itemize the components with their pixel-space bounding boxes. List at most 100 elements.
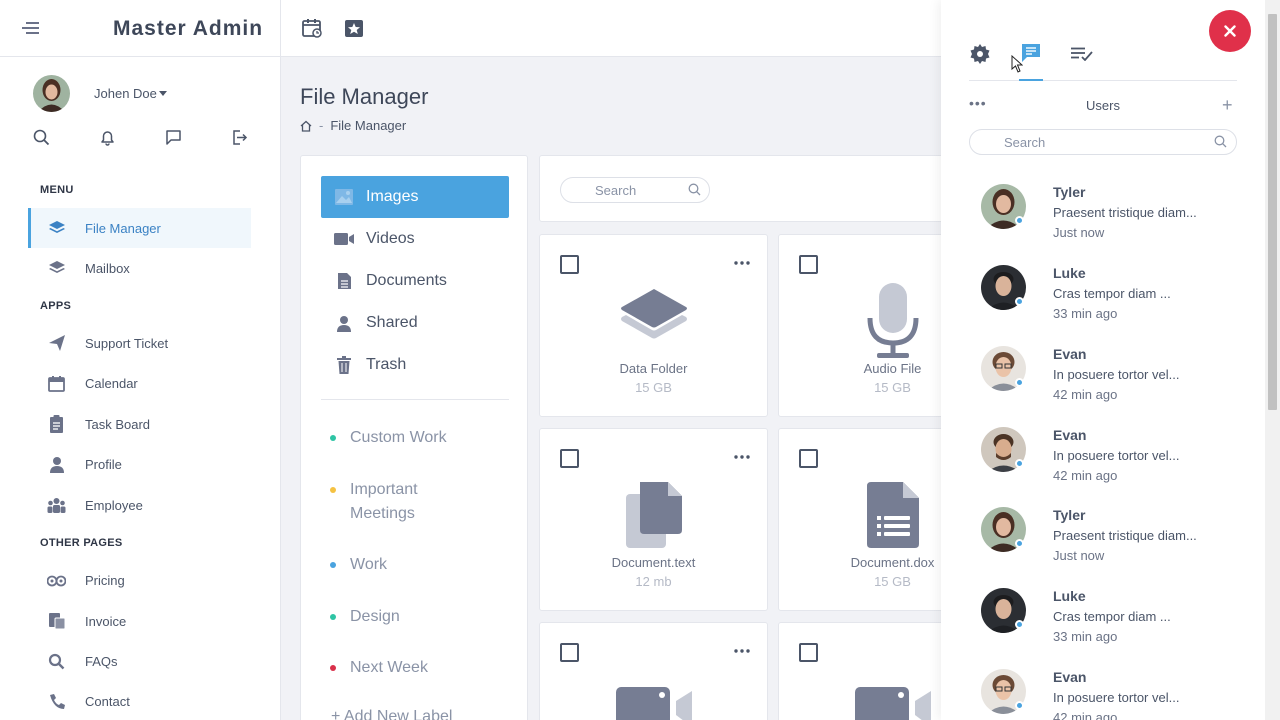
message-time: Just now [1053,548,1105,563]
sidebar-item-employee[interactable]: Employee [28,485,251,525]
user-icon [334,313,354,333]
file-nav-documents[interactable]: Documents [321,260,509,302]
select-checkbox[interactable] [799,255,818,274]
label-important-meetings[interactable]: Important Meetings [330,478,510,526]
file-card[interactable]: Document.text 12 mb [539,428,768,611]
online-status-dot [1015,701,1024,710]
file-nav-label: Shared [366,314,418,331]
chat-icon[interactable] [1021,43,1041,63]
user-list-item[interactable]: Tyler Praesent tristique diam... Just no… [981,504,1241,574]
files-icon [540,482,767,548]
add-label-link[interactable]: + Add New Label [331,708,452,720]
search-icon[interactable] [33,129,50,146]
message-icon[interactable] [165,129,182,146]
more-options-icon[interactable] [734,455,750,459]
user-search-input[interactable] [969,129,1237,155]
calendar-check-icon[interactable] [302,18,322,38]
file-name: Document.text [611,555,696,570]
active-tab-indicator [1019,79,1043,81]
section-apps: APPS [40,300,72,312]
sidebar-item-label: File Manager [85,220,161,236]
select-checkbox[interactable] [799,449,818,468]
caret-down-icon[interactable] [159,91,167,96]
sidebar-item-contact[interactable]: Contact [28,681,251,720]
sidebar-item-task-board[interactable]: Task Board [28,404,251,444]
search-icon[interactable] [1214,135,1227,148]
sidebar-item-support-ticket[interactable]: Support Ticket [28,323,251,363]
breadcrumb: - File Manager [300,118,406,133]
section-other-pages: OTHER PAGES [40,537,123,549]
sidebar-item-label: FAQs [85,653,118,669]
label-text: Important Meetings [350,481,418,522]
sidebar-item-invoice[interactable]: Invoice [28,601,251,641]
select-checkbox[interactable] [560,449,579,468]
more-options-icon[interactable] [734,261,750,265]
layers-icon [540,289,767,353]
select-checkbox[interactable] [560,255,579,274]
user-list-item[interactable]: Luke Cras tempor diam ... 33 min ago [981,262,1241,332]
task-list-icon[interactable] [1071,47,1093,61]
bell-icon[interactable] [99,129,116,146]
sidebar-item-profile[interactable]: Profile [28,444,251,484]
menu-toggle-icon[interactable] [22,20,40,36]
image-icon [334,187,354,207]
sidebar-item-label: Invoice [85,613,127,629]
section-menu: MENU [40,184,74,196]
file-card[interactable] [539,622,768,720]
user-list-item[interactable]: Evan In posuere tortor vel... 42 min ago [981,343,1241,413]
layers-icon [47,219,66,238]
divider [321,399,509,400]
file-nav-label: Videos [366,230,415,247]
avatar[interactable] [33,75,70,112]
file-nav-images[interactable]: Images [321,176,509,218]
label-next-week[interactable]: Next Week [330,656,428,680]
user-list-item[interactable]: Evan In posuere tortor vel... 42 min ago [981,424,1241,494]
user-name: Evan [1053,669,1087,685]
file-nav-trash[interactable]: Trash [321,344,509,386]
file-card[interactable]: Data Folder 15 GB [539,234,768,417]
file-nav-panel: Images Videos Documents Shared Trash Cus… [300,155,528,720]
label-dot [330,665,336,671]
label-text: Custom Work [350,429,447,446]
select-checkbox[interactable] [560,643,579,662]
user-icon [47,455,66,474]
layers-icon [47,259,66,278]
sidebar-item-label: Calendar [85,375,138,391]
settings-icon[interactable] [970,44,990,64]
label-custom-work[interactable]: Custom Work [330,426,447,450]
search-icon [47,652,66,671]
mouse-cursor-icon [1011,55,1023,73]
close-panel-button[interactable] [1209,10,1251,52]
label-work[interactable]: Work [330,553,387,577]
sidebar-item-pricing[interactable]: Pricing [28,560,251,600]
label-design[interactable]: Design [330,605,400,629]
star-icon[interactable] [344,19,364,38]
file-nav-label: Images [366,188,419,205]
coins-icon [47,571,66,590]
label-dot [330,435,336,441]
online-status-dot [1015,539,1024,548]
user-name[interactable]: Johen Doe [94,86,157,101]
scrollbar[interactable] [1265,0,1280,720]
add-user-button[interactable]: + [1222,95,1233,116]
scrollbar-thumb[interactable] [1268,14,1277,410]
file-search-card [539,155,959,222]
home-icon[interactable] [300,120,312,132]
sidebar-item-file-manager[interactable]: File Manager [28,208,251,248]
user-list-item[interactable]: Luke Cras tempor diam ... 33 min ago [981,585,1241,655]
sidebar-item-calendar[interactable]: Calendar [28,363,251,403]
sidebar-item-faqs[interactable]: FAQs [28,641,251,681]
user-list-item[interactable]: Tyler Praesent tristique diam... Just no… [981,181,1241,251]
file-nav-shared[interactable]: Shared [321,302,509,344]
sidebar-item-label: Mailbox [85,260,130,276]
message-time: 42 min ago [1053,710,1118,720]
more-options-icon[interactable] [734,649,750,653]
user-list-item[interactable]: Evan In posuere tortor vel... 42 min ago [981,666,1241,720]
logout-icon[interactable] [231,129,248,146]
select-checkbox[interactable] [799,643,818,662]
file-nav-videos[interactable]: Videos [321,218,509,260]
trash-icon [334,355,354,375]
search-icon[interactable] [688,183,701,196]
file-nav: Images Videos Documents Shared Trash [321,176,509,386]
sidebar-item-mailbox[interactable]: Mailbox [28,248,251,288]
